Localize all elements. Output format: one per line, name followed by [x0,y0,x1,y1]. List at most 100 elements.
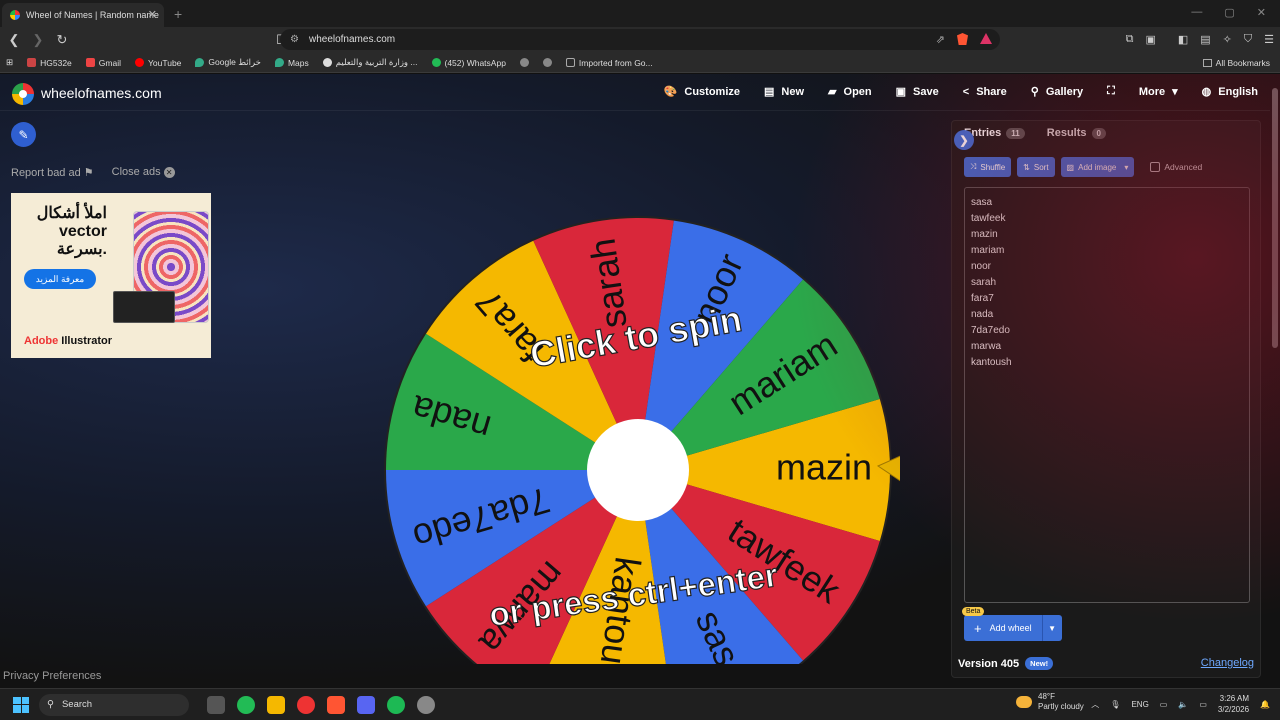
volume-icon[interactable]: 🔈 [1178,700,1188,709]
url-field[interactable]: ⚙ wheelofnames.com ⇗ [280,29,1000,50]
close-ads-link[interactable]: Close ads ✕ [112,166,175,179]
menu-icon[interactable]: ☰ [1264,33,1274,46]
bookmark-4[interactable]: Maps [274,58,309,68]
forward-icon[interactable]: ❯ [28,32,48,48]
sort-button[interactable]: ⇅ Sort [1017,157,1055,177]
chevron-down-icon: ▼ [1048,623,1057,633]
clock[interactable]: 3:26 AM 3/2/2026 [1218,693,1249,715]
bookmark-6[interactable]: (452) WhatsApp [431,58,506,68]
browser-tab[interactable]: Wheel of Names | Random name ✕ [2,3,164,27]
taskbar-search[interactable]: ⚲ Search [39,693,189,716]
add-wheel-button[interactable]: + Add wheel [964,615,1042,641]
notifications-icon[interactable]: 🔔 [1260,700,1270,709]
advanced-checkbox[interactable] [1150,162,1161,172]
discord-icon[interactable] [357,695,375,714]
bookmark-7[interactable] [519,58,529,67]
bookmark-2[interactable]: YouTube [135,58,181,68]
bookmark-3[interactable]: Google خرائط [195,57,261,68]
menu-save[interactable]: ▣ Save [896,85,939,99]
whatsapp-app-icon[interactable] [237,695,255,714]
changelog-link[interactable]: Changelog [1201,657,1254,669]
page-scrollbar[interactable] [1272,88,1278,348]
wallet2-icon[interactable]: ▤ [1200,33,1210,46]
bookmark-0-icon [27,58,37,67]
advertisement[interactable]: املأ أشكال vector بسرعة. معرفة المزيد Ad… [11,193,211,358]
share-page-icon[interactable]: ⇗ [936,33,945,46]
minimize-button[interactable]: — [1191,6,1202,19]
ad-brand: Adobe Illustrator [24,335,113,347]
entries-textarea[interactable]: sasa tawfeek mazin mariam noor sarah far… [964,187,1250,603]
add-wheel-dropdown[interactable]: ▼ [1041,615,1062,641]
advanced-toggle[interactable]: Advanced [1150,162,1202,172]
entry-line: sarah [971,277,997,288]
close-tab-icon[interactable]: ✕ [148,8,157,21]
bookmark-0[interactable]: HG532e [27,58,72,68]
brave-rewards-icon[interactable] [980,33,992,44]
reload-icon[interactable]: ↻ [52,32,72,48]
sidebar-icon[interactable]: ◧ [1178,33,1188,46]
chevron-down-icon: ▾ [1172,86,1178,98]
ad-cta-button[interactable]: معرفة المزيد [24,269,96,289]
menu-more[interactable]: More ▾ [1139,85,1178,99]
add-image-button[interactable]: ▨ Add image ▾ [1060,157,1135,177]
site-name[interactable]: wheelofnames.com [41,85,162,101]
file-explorer-icon[interactable] [267,695,285,714]
bookmark-9[interactable]: Imported from Go... [565,58,653,68]
menu-fullscreen[interactable]: ⛶ [1107,85,1115,98]
wheel-container[interactable]: mazin tawfeek sasa kantoush marwa 7da7edo nada… [380,144,915,688]
shuffle-button[interactable]: ⤨ Shuffle [964,157,1012,177]
all-bookmarks[interactable]: All Bookmarks [1202,58,1270,68]
close-window-button[interactable]: ✕ [1257,6,1266,19]
menu-new[interactable]: ▤ New [764,85,804,99]
site-info-icon[interactable]: ⚙ [290,34,299,45]
spotify-icon[interactable] [387,695,405,714]
leo-icon[interactable]: ✧ [1223,33,1232,46]
maximize-button[interactable]: ▢ [1224,6,1234,19]
results-count-badge: 0 [1091,127,1106,139]
brave-shields-icon[interactable] [957,33,968,45]
image-icon: ▨ [1066,162,1075,172]
wallet-icon[interactable]: ▣ [1145,33,1155,46]
report-bad-ad-link[interactable]: Report bad ad ⚑ [11,166,94,179]
wheel-center-hub[interactable] [587,419,689,521]
apps-icon[interactable]: ⊞ [6,57,13,68]
menu-share[interactable]: < Share [963,85,1007,98]
extensions-icon[interactable]: ⧉ [1126,33,1134,46]
panel-tabs: ❯ Entries 11 Results 0 [954,127,1106,150]
shuffle-icon: ⤨ [970,162,977,171]
windows-start-icon[interactable] [13,696,29,713]
browser-tab-strip: Wheel of Names | Random name ✕ + — ▢ ✕ [0,0,1280,27]
brave-browser-icon[interactable] [327,695,345,714]
bookmark-5[interactable]: وزارة التربية والتعليم ... [322,57,418,68]
microphone-icon[interactable]: 🎙 [1110,700,1120,709]
menu-language[interactable]: ◍ English [1202,85,1258,99]
task-view-icon[interactable] [207,695,225,714]
youtube-icon [135,58,144,67]
site-logo-icon[interactable] [12,83,34,105]
tab-results[interactable]: Results 0 [1047,127,1106,139]
menu-gallery[interactable]: ⚲ Gallery [1031,85,1083,99]
bookmark-8[interactable] [542,58,552,67]
ministry-icon [322,58,332,67]
new-tab-button[interactable]: + [174,6,182,22]
back-icon[interactable]: ❮ [4,32,24,48]
vpn-icon[interactable]: ⛉ [1244,33,1252,46]
language-indicator[interactable]: ENG [1131,700,1148,709]
collapse-panel-icon[interactable]: ❯ [954,130,974,150]
weather-widget[interactable]: 48°F Partly cloudy [1016,692,1084,712]
app-icon[interactable] [297,695,315,714]
spin-wheel[interactable]: mazintawfeeksasakantoushmarwa7da7edonada… [380,144,915,688]
menu-open[interactable]: ▰ Open [828,85,872,99]
bookmark-1[interactable]: Gmail [85,58,121,68]
entry-line: tawfeek [971,213,1006,224]
menu-customize[interactable]: 🎨 Customize [664,85,740,99]
entry-line: noor [971,261,992,272]
app-icon[interactable] [417,695,435,714]
battery-icon[interactable]: ▭ [1199,700,1207,709]
privacy-preferences-link[interactable]: Privacy Preferences [3,670,101,682]
partly-cloudy-icon [1016,696,1032,708]
network-icon[interactable]: ▭ [1160,700,1168,709]
chevron-up-icon[interactable]: ︿ [1091,699,1099,710]
flag-icon: ⚑ [83,167,94,179]
edit-title-button[interactable]: ✎ [11,122,36,147]
